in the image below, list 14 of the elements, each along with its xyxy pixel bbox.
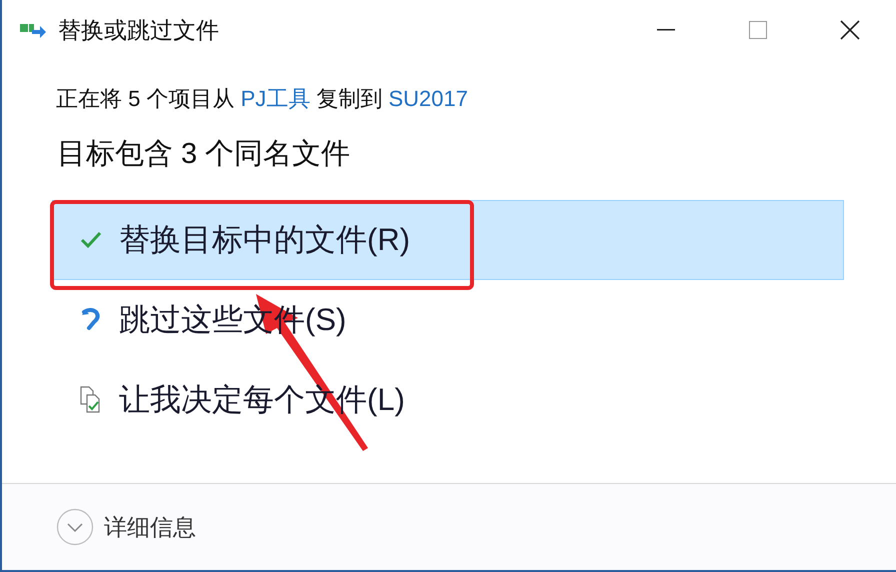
curved-arrow-icon [81, 308, 101, 332]
close-icon [840, 20, 860, 40]
minimize-icon [657, 29, 675, 31]
window-title: 替换或跳过文件 [58, 16, 220, 44]
option-button[interactable]: 替换目标中的文件(R) [52, 200, 844, 280]
chevron-icon [56, 508, 94, 546]
folder-link[interactable]: SU2017 [388, 86, 468, 111]
folder-link[interactable]: PJ工具 [240, 86, 310, 111]
maximize-icon [749, 21, 767, 39]
check-icon [80, 231, 102, 249]
conflict-heading: 目标包含 3 个同名文件 [57, 137, 352, 172]
copy-arrow-icon [20, 21, 46, 39]
details-toggle[interactable]: 详细信息 [56, 508, 196, 546]
copy-status-text: 正在将 5 个项目从 PJ工具 复制到 SU2017 [56, 85, 470, 113]
